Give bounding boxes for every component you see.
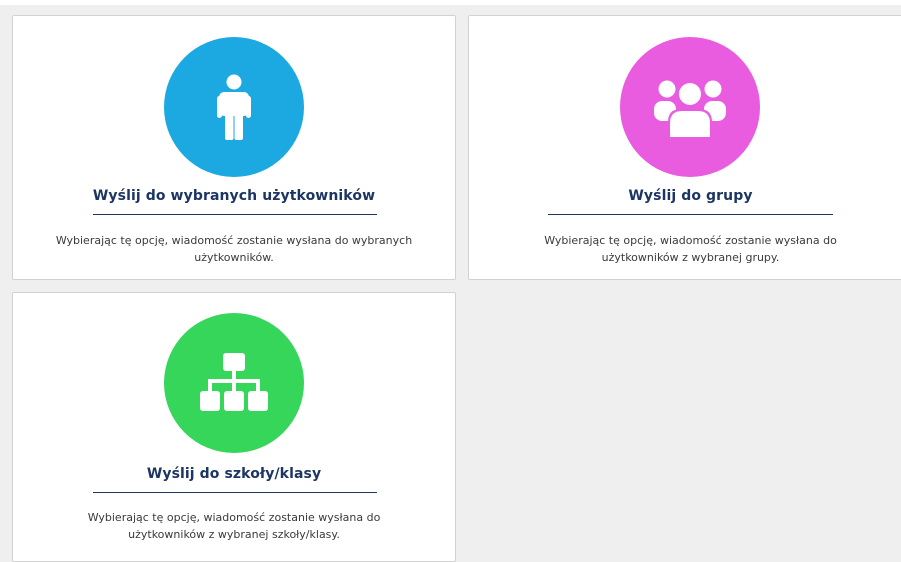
title-underline <box>93 492 377 493</box>
title-underline <box>93 214 377 215</box>
group-icon <box>654 80 726 137</box>
users-circle <box>164 37 304 177</box>
title-underline <box>548 214 833 215</box>
card-title: Wyślij do wybranych użytkowników <box>92 188 376 204</box>
top-strip <box>0 0 901 5</box>
card-title: Wyślij do grupy <box>628 188 753 204</box>
person-icon <box>217 74 251 140</box>
group-circle <box>620 37 760 177</box>
card-title: Wyślij do szkoły/klasy <box>146 466 322 482</box>
send-to-selected-users-card[interactable]: Wyślij do wybranych użytkowników Wybiera… <box>12 15 456 280</box>
school-circle <box>164 313 304 453</box>
card-description: Wybierając tę opcję, wiadomość zostanie … <box>87 511 381 541</box>
send-to-school-class-card[interactable]: Wyślij do szkoły/klasy Wybierając tę opc… <box>12 292 456 562</box>
card-description: Wybierając tę opcję, wiadomość zostanie … <box>55 234 413 264</box>
send-to-group-card[interactable]: Wyślij do grupy Wybierając tę opcję, wia… <box>468 15 901 280</box>
hierarchy-icon <box>200 353 268 411</box>
card-description: Wybierając tę opcję, wiadomość zostanie … <box>544 234 837 264</box>
